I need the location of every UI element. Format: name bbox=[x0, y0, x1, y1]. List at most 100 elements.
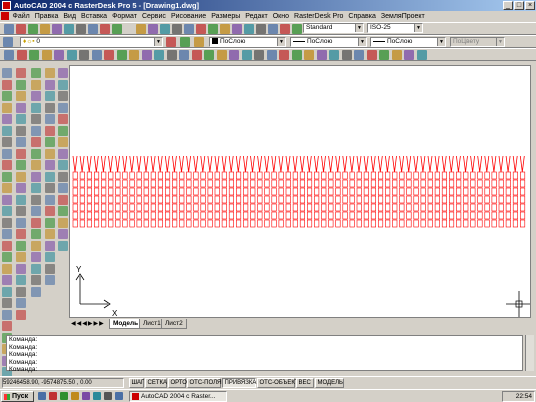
menu-item[interactable]: Формат bbox=[110, 11, 140, 22]
draw-tool-button[interactable] bbox=[58, 102, 68, 113]
menu-item[interactable]: Вставка bbox=[79, 11, 110, 22]
draw-tool-button[interactable] bbox=[58, 240, 68, 251]
toolbar-button[interactable] bbox=[166, 37, 176, 47]
tab-sheet2[interactable]: Лист2 bbox=[161, 319, 187, 329]
chevron-down-icon[interactable]: ▼ bbox=[277, 38, 285, 46]
draw-tool-button[interactable] bbox=[2, 263, 12, 274]
draw-tool-button[interactable] bbox=[16, 114, 26, 124]
drawing-element[interactable] bbox=[285, 155, 291, 228]
drawing-element[interactable] bbox=[306, 155, 313, 228]
drawing-element[interactable] bbox=[278, 155, 284, 228]
draw-tool-button[interactable] bbox=[2, 183, 12, 193]
draw-tool-button[interactable] bbox=[16, 148, 26, 159]
draw-tool-button[interactable] bbox=[45, 102, 55, 113]
draw-tool-button[interactable] bbox=[2, 148, 12, 159]
draw-tool-button[interactable] bbox=[2, 206, 12, 216]
toolbar-button[interactable] bbox=[179, 50, 189, 60]
menu-item[interactable]: Редакт bbox=[243, 11, 270, 22]
toolbar-button[interactable] bbox=[16, 24, 26, 34]
toolbar-button[interactable] bbox=[136, 24, 146, 34]
status-toggle[interactable]: ВЕС bbox=[296, 378, 314, 388]
toolbar-button[interactable] bbox=[166, 50, 177, 60]
toolbar-button[interactable] bbox=[112, 24, 122, 34]
toolbar-button[interactable] bbox=[366, 50, 377, 60]
toolbar-button[interactable] bbox=[254, 50, 264, 60]
toolbar-button[interactable] bbox=[279, 50, 289, 60]
drawing-element[interactable] bbox=[448, 155, 455, 228]
drawing-element[interactable] bbox=[356, 155, 362, 228]
maximize-button[interactable]: □ bbox=[514, 1, 524, 10]
draw-tool-button[interactable] bbox=[16, 240, 26, 251]
draw-tool-button[interactable] bbox=[2, 298, 12, 308]
quick-launch-icon[interactable] bbox=[93, 392, 101, 400]
drawing-element[interactable] bbox=[392, 155, 398, 228]
chevron-down-icon[interactable]: ▼ bbox=[414, 24, 422, 32]
menu-item[interactable]: Рисование bbox=[168, 11, 208, 22]
draw-tool-button[interactable] bbox=[45, 68, 55, 78]
tab-model[interactable]: Модель bbox=[109, 319, 143, 329]
menu-item[interactable]: Файл bbox=[10, 11, 32, 22]
draw-tool-button[interactable] bbox=[58, 206, 68, 216]
toolbar-button[interactable] bbox=[79, 50, 89, 60]
draw-tool-button[interactable] bbox=[2, 252, 12, 262]
drawing-element[interactable] bbox=[86, 155, 93, 228]
toolbar-button[interactable] bbox=[28, 24, 38, 34]
drawing-element[interactable] bbox=[200, 155, 206, 228]
draw-tool-button[interactable] bbox=[31, 68, 41, 78]
drawing-element[interactable] bbox=[129, 155, 135, 228]
draw-tool-button[interactable] bbox=[16, 194, 26, 205]
drawing-element[interactable] bbox=[214, 155, 220, 228]
drawing-element[interactable] bbox=[328, 155, 334, 228]
toolbar-button[interactable] bbox=[129, 50, 139, 60]
draw-tool-button[interactable] bbox=[2, 240, 12, 251]
draw-tool-button[interactable] bbox=[16, 206, 26, 216]
quick-launch-icon[interactable] bbox=[71, 392, 79, 400]
drawing-element[interactable] bbox=[172, 155, 178, 228]
drawing-element[interactable] bbox=[179, 155, 185, 228]
drawing-element[interactable] bbox=[491, 155, 497, 228]
draw-tool-button[interactable] bbox=[45, 229, 55, 239]
drawing-element[interactable] bbox=[385, 155, 391, 228]
status-toggle[interactable]: ПРИВЯЗКА bbox=[222, 378, 256, 388]
draw-tool-button[interactable] bbox=[58, 194, 68, 205]
drawing-element[interactable] bbox=[186, 155, 192, 228]
draw-tool-button[interactable] bbox=[16, 183, 26, 193]
draw-tool-button[interactable] bbox=[2, 160, 12, 170]
draw-tool-button[interactable] bbox=[16, 275, 26, 285]
toolbar-button[interactable] bbox=[194, 37, 204, 47]
toolbar-button[interactable] bbox=[52, 24, 62, 34]
draw-tool-button[interactable] bbox=[45, 263, 55, 274]
drawing-element[interactable] bbox=[441, 155, 448, 228]
draw-tool-button[interactable] bbox=[31, 240, 41, 251]
draw-tool-button[interactable] bbox=[31, 194, 41, 205]
document-icon[interactable] bbox=[1, 12, 9, 20]
draw-tool-button[interactable] bbox=[16, 263, 26, 274]
draw-tool-button[interactable] bbox=[31, 137, 41, 147]
draw-tool-button[interactable] bbox=[16, 137, 26, 147]
close-button[interactable]: × bbox=[525, 1, 535, 10]
draw-tool-button[interactable] bbox=[31, 217, 41, 228]
draw-tool-button[interactable] bbox=[31, 229, 41, 239]
toolbar-button[interactable] bbox=[391, 50, 402, 60]
drawing-element[interactable] bbox=[377, 155, 384, 228]
draw-tool-button[interactable] bbox=[16, 309, 26, 320]
draw-tool-button[interactable] bbox=[31, 206, 41, 216]
draw-tool-button[interactable] bbox=[16, 79, 26, 90]
chevron-down-icon[interactable]: ▼ bbox=[437, 38, 445, 46]
toolbar-button[interactable] bbox=[241, 50, 252, 60]
drawing-element[interactable] bbox=[420, 155, 426, 228]
draw-tool-button[interactable] bbox=[16, 217, 26, 228]
toolbar-button[interactable] bbox=[160, 24, 170, 34]
draw-tool-button[interactable] bbox=[31, 125, 41, 136]
draw-tool-button[interactable] bbox=[31, 160, 41, 170]
drawing-element[interactable] bbox=[314, 155, 320, 228]
toolbar-button[interactable] bbox=[304, 50, 314, 60]
toolbar-button[interactable] bbox=[292, 24, 302, 34]
drawing-element[interactable] bbox=[243, 155, 249, 228]
chevron-down-icon[interactable]: ▼ bbox=[358, 38, 366, 46]
toolbar-button[interactable] bbox=[40, 24, 50, 34]
toolbar-button[interactable] bbox=[196, 24, 206, 34]
drawing-element[interactable] bbox=[250, 155, 256, 228]
drawing-element[interactable] bbox=[370, 155, 377, 228]
draw-tool-button[interactable] bbox=[58, 79, 68, 90]
